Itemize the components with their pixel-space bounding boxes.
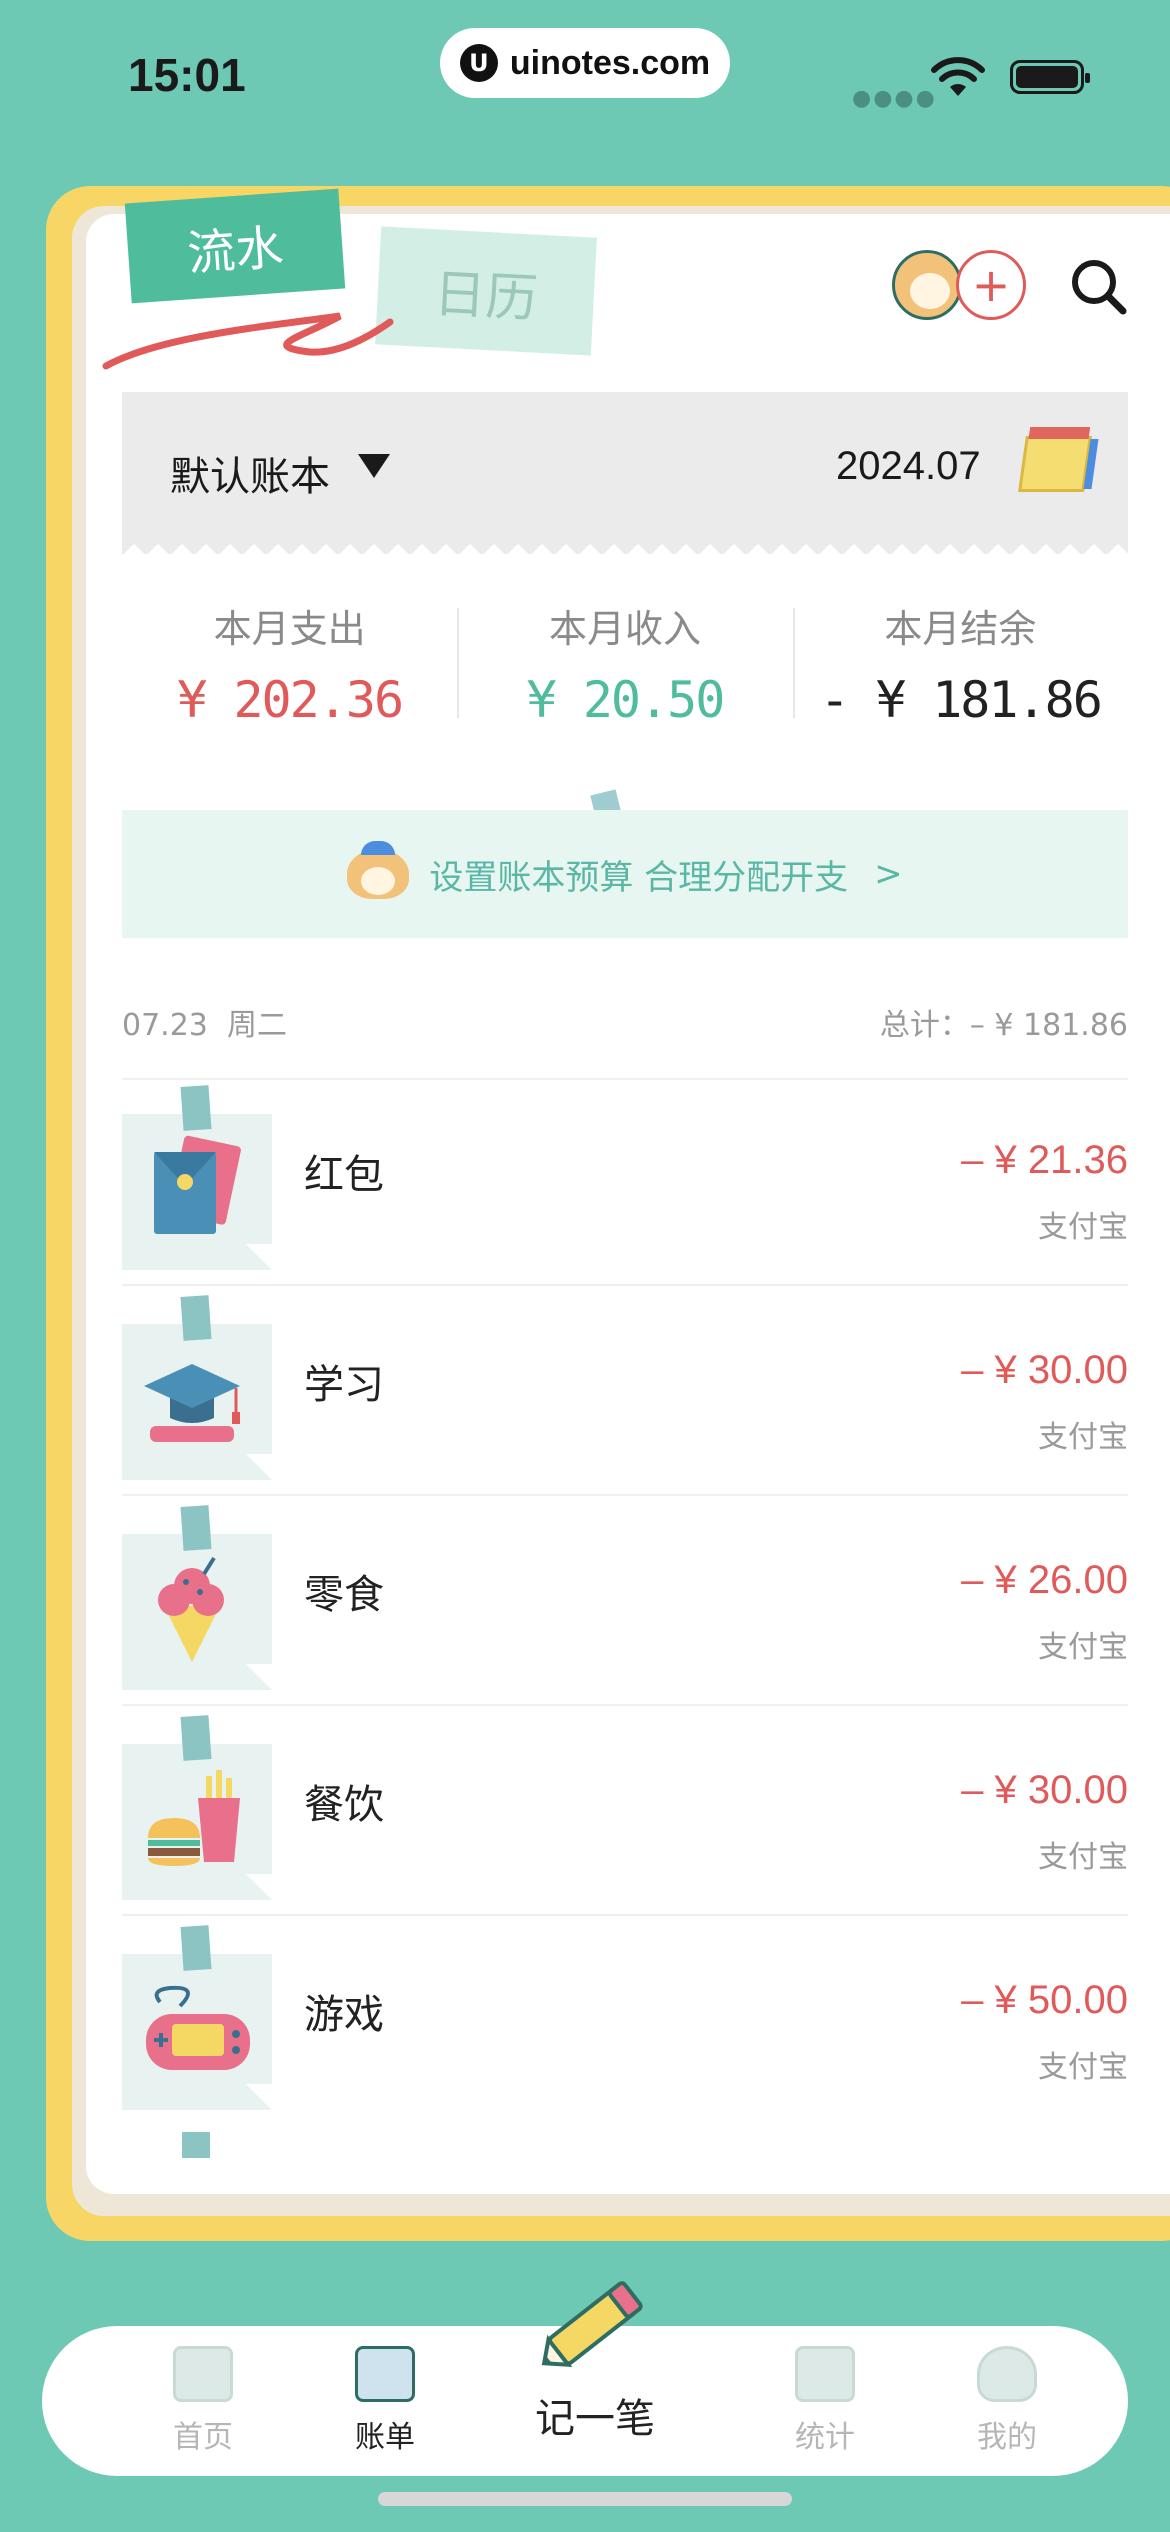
summary-income-label: 本月收入 <box>548 607 701 651</box>
transaction-category: 学习 <box>304 1362 384 1408</box>
chevron-right-icon: > <box>874 854 903 894</box>
tab-mine[interactable]: 我的 <box>942 2346 1072 2466</box>
transaction-row[interactable]: 餐饮 – ¥ 30.00 支付宝 <box>122 1715 1128 1916</box>
url-pill[interactable]: U uinotes.com <box>440 28 730 98</box>
record-button-label: 记一笔 <box>535 2396 655 2442</box>
gamepad-icon <box>146 1985 250 2070</box>
transaction-category: 红包 <box>304 1152 384 1198</box>
tab-home[interactable]: 首页 <box>138 2346 268 2466</box>
transaction-row[interactable]: 零食 – ¥ 26.00 支付宝 <box>122 1505 1128 1706</box>
transaction-category: 零食 <box>304 1572 384 1618</box>
tape-decoration <box>182 2132 210 2158</box>
scribble-underline-icon <box>102 312 394 370</box>
transaction-row[interactable]: 红包 – ¥ 21.36 支付宝 <box>122 1085 1128 1286</box>
transaction-category: 餐饮 <box>304 1782 384 1828</box>
budget-banner-text: 设置账本预算 合理分配开支 <box>429 857 849 898</box>
budget-banner[interactable]: 设置账本预算 合理分配开支 > <box>122 810 1128 938</box>
summary-balance-label: 本月结余 <box>884 607 1037 651</box>
tab-stats[interactable]: 统计 <box>760 2346 890 2466</box>
day-date: 07.23 周二 <box>122 1008 287 1043</box>
tab-mine-label: 我的 <box>977 2420 1037 2455</box>
day-total: 总计：– ¥ 181.86 <box>879 1008 1128 1043</box>
red-envelope-icon <box>154 1135 241 1234</box>
tab-home-label: 首页 <box>173 2420 233 2455</box>
summary-balance: 本月结余 - ¥ 181.86 <box>792 598 1128 738</box>
calendar-icon[interactable] <box>1018 436 1092 492</box>
tab-calendar[interactable]: 日历 <box>375 226 597 356</box>
record-button[interactable]: 记一笔 <box>520 2266 670 2456</box>
summary-expense-label: 本月支出 <box>213 607 366 651</box>
pencil-icon <box>541 2281 643 2368</box>
transaction-amount: – ¥ 30.00 <box>961 1348 1128 1392</box>
home-icon <box>173 2346 233 2402</box>
add-button[interactable]: + <box>956 250 1026 320</box>
ledger-name: 默认账本 <box>170 454 330 500</box>
transaction-method: 支付宝 <box>1038 1840 1128 1875</box>
dog-profile-icon <box>977 2346 1037 2402</box>
transaction-method: 支付宝 <box>1038 1210 1128 1245</box>
tab-stats-label: 统计 <box>795 2420 855 2455</box>
transaction-row[interactable]: 游戏 – ¥ 50.00 支付宝 <box>122 1925 1128 2126</box>
dog-mascot-icon <box>347 841 410 899</box>
tab-bill-label: 账单 <box>355 2420 415 2455</box>
transaction-row[interactable]: 学习 – ¥ 30.00 支付宝 <box>122 1295 1128 1496</box>
summary-income-value: ¥ 20.50 <box>526 671 726 729</box>
summary-expense-value: ¥ 202.36 <box>177 671 404 729</box>
transaction-amount: – ¥ 26.00 <box>961 1558 1128 1602</box>
summary-income: 本月收入 ¥ 20.50 <box>457 598 792 738</box>
site-logo-icon: U <box>459 44 498 82</box>
chart-icon <box>795 2346 855 2402</box>
bill-icon <box>355 2346 415 2402</box>
status-time: 15:01 <box>128 49 246 101</box>
status-bar: 15:01 U uinotes.com ●●●● <box>0 0 1170 150</box>
signal-dots-icon: ●●●● <box>852 86 937 111</box>
transaction-amount: – ¥ 50.00 <box>961 1978 1128 2022</box>
caret-down-icon <box>358 454 390 478</box>
day-header: 07.23 周二 总计：– ¥ 181.86 <box>122 1000 1128 1044</box>
home-indicator <box>378 2492 792 2506</box>
transaction-method: 支付宝 <box>1038 2050 1128 2085</box>
summary-balance-value: - ¥ 181.86 <box>819 671 1103 729</box>
summary-expense: 本月支出 ¥ 202.36 <box>122 598 457 738</box>
transaction-method: 支付宝 <box>1038 1420 1128 1455</box>
ledger-selector[interactable]: 默认账本 2024.07 <box>122 392 1128 554</box>
tab-calendar-label: 日历 <box>432 263 540 330</box>
transaction-category: 游戏 <box>304 1992 384 2038</box>
dog-avatar-icon[interactable] <box>892 250 962 320</box>
wifi-icon <box>931 57 985 96</box>
transaction-method: 支付宝 <box>1038 1630 1128 1665</box>
battery-icon <box>1010 60 1090 94</box>
graduation-cap-icon <box>144 1364 240 1442</box>
transaction-amount: – ¥ 21.36 <box>961 1138 1128 1182</box>
ledger-month[interactable]: 2024.07 <box>836 444 981 489</box>
burger-fries-icon <box>148 1770 240 1866</box>
url-text: uinotes.com <box>509 43 711 82</box>
monthly-summary: 本月支出 ¥ 202.36 本月收入 ¥ 20.50 本月结余 - ¥ 181.… <box>122 598 1128 738</box>
search-icon[interactable] <box>1068 256 1128 316</box>
ice-cream-icon <box>158 1556 224 1662</box>
transaction-amount: – ¥ 30.00 <box>961 1768 1128 1812</box>
tab-bill[interactable]: 账单 <box>320 2346 450 2466</box>
